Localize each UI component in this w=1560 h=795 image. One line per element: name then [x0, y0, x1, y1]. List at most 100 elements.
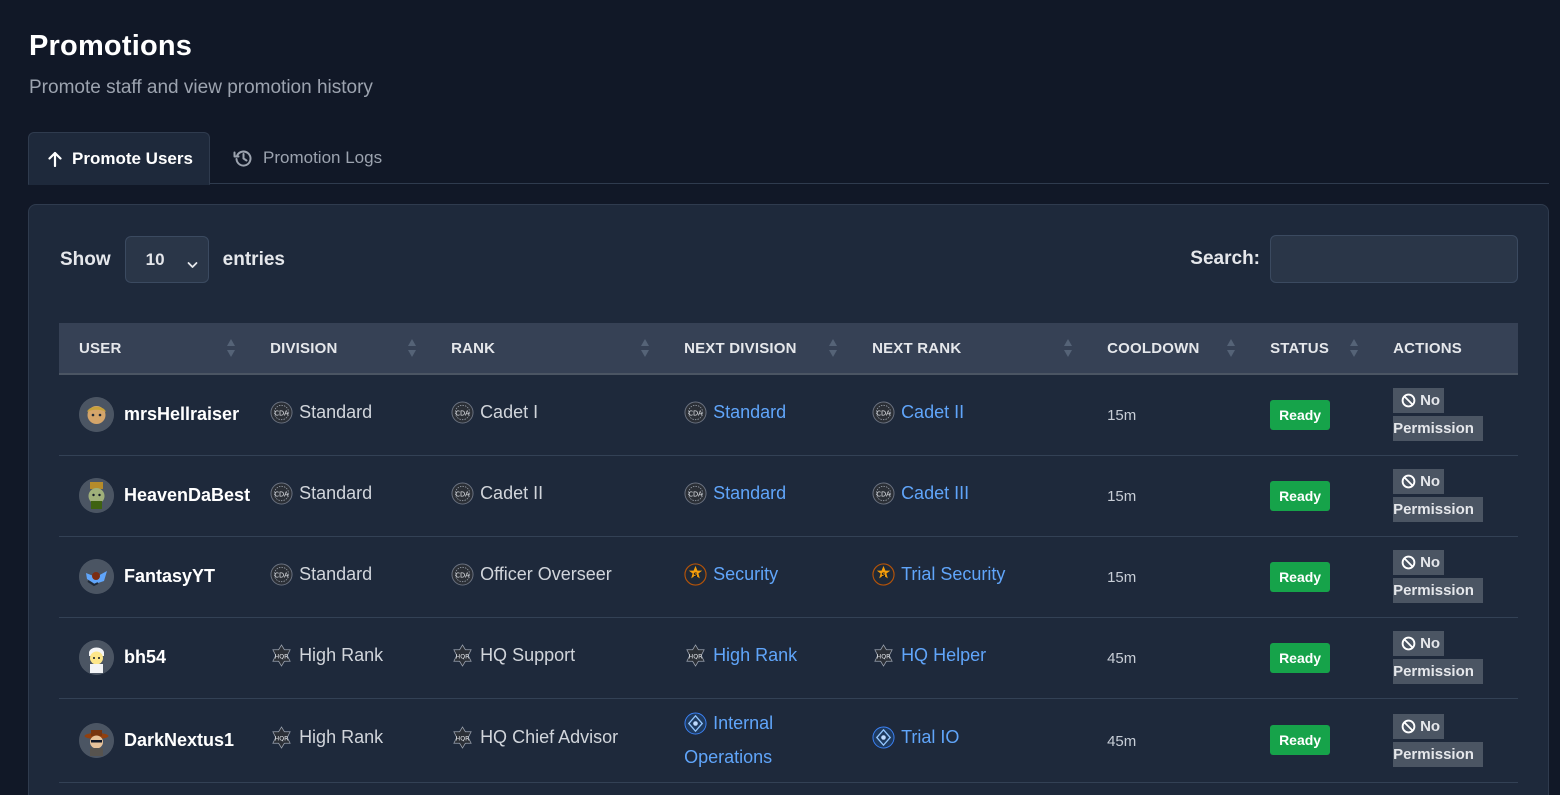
rank-label: Officer Overseer	[480, 563, 612, 584]
tab-bar: Promote Users Promotion Logs	[28, 132, 1549, 185]
division-label: High Rank	[299, 727, 384, 747]
ban-icon	[1401, 636, 1416, 651]
high-rank-division-icon	[451, 644, 474, 667]
standard-division-icon	[270, 401, 293, 424]
next-division-link[interactable]: High Rank	[713, 645, 797, 666]
internal-operations-division-icon	[872, 726, 895, 749]
rank-label: Cadet II	[480, 482, 544, 503]
standard-division-icon	[872, 401, 895, 424]
table-row: mrsHellraiser Standard Cadet I Standard …	[59, 374, 1518, 455]
no-permission-button[interactable]: No Permission	[1393, 550, 1483, 603]
standard-division-icon	[872, 482, 895, 505]
search-control: Search:	[1190, 235, 1518, 283]
avatar	[79, 640, 114, 675]
username[interactable]: bh54	[124, 647, 166, 668]
next-rank-link[interactable]: Trial Security	[901, 564, 1005, 585]
cooldown-value: 15m	[1107, 488, 1137, 505]
next-rank-link[interactable]: Cadet III	[901, 483, 969, 504]
no-permission-button[interactable]: No Permission	[1393, 469, 1483, 522]
no-permission-button[interactable]: No Permission	[1393, 713, 1483, 767]
sort-icon	[408, 339, 417, 359]
next-division-link[interactable]: Security	[713, 564, 778, 585]
sort-icon	[1350, 339, 1359, 359]
status-badge: Ready	[1270, 399, 1331, 430]
next-rank-link[interactable]: Trial IO	[901, 727, 959, 748]
internal-operations-division-icon	[684, 712, 707, 735]
next-division-link[interactable]: Internal	[713, 709, 773, 737]
next-division-link[interactable]: Standard	[713, 402, 786, 423]
search-input[interactable]	[1270, 235, 1518, 283]
column-header-status[interactable]: STATUS	[1250, 323, 1374, 375]
division-label: High Rank	[299, 644, 384, 665]
avatar	[79, 397, 114, 433]
tab-label: Promotion Logs	[263, 148, 383, 167]
cooldown-value: 15m	[1107, 407, 1137, 425]
entries-select[interactable]: 10	[124, 236, 209, 283]
page-title: Promotions	[29, 30, 193, 62]
table-row: HeavenDaBest Standard Cadet II Standard …	[59, 455, 1518, 536]
ban-icon	[1401, 555, 1416, 570]
page-header: Promotions Promote staff and view promot…	[29, 30, 373, 99]
high-rank-division-icon	[872, 644, 895, 667]
user-cell: mrsHellraiser	[79, 397, 250, 433]
rank-label: HQ Chief Advisor	[480, 727, 619, 747]
high-rank-division-icon	[451, 726, 474, 749]
username[interactable]: mrsHellraiser	[124, 404, 239, 425]
column-header-rank[interactable]: RANK	[431, 323, 665, 375]
cooldown-value: 45m	[1107, 650, 1137, 667]
tab-promote-users[interactable]: Promote Users	[28, 132, 210, 185]
tab-promotion-logs[interactable]: Promotion Logs	[233, 132, 382, 184]
entries-label: entries	[222, 248, 285, 270]
standard-division-icon	[270, 482, 293, 505]
user-cell: bh54	[79, 640, 250, 675]
standard-division-icon	[684, 482, 707, 505]
sort-icon	[1227, 339, 1236, 359]
table-row: DarkNextus1 High Rank HQ Chief Advisor I…	[59, 698, 1518, 782]
column-header-actions: ACTIONS	[1373, 323, 1518, 375]
tab-label: Promote Users	[72, 148, 193, 168]
column-header-next-division[interactable]: NEXT DIVISION	[664, 323, 853, 375]
username[interactable]: FantasyYT	[124, 566, 215, 587]
no-permission-button[interactable]: No Permission	[1393, 388, 1483, 442]
column-header-user[interactable]: USER	[59, 323, 251, 375]
high-rank-division-icon	[684, 644, 707, 667]
username[interactable]: DarkNextus1	[124, 730, 234, 751]
chevron-down-icon	[187, 254, 198, 274]
next-rank-link[interactable]: HQ Helper	[901, 645, 986, 666]
security-division-icon	[872, 563, 895, 586]
next-rank-link[interactable]: Cadet II	[901, 402, 964, 423]
ban-icon	[1401, 393, 1416, 408]
column-header-cooldown[interactable]: COOLDOWN	[1087, 323, 1251, 375]
no-permission-button[interactable]: No Permission	[1393, 631, 1483, 684]
sort-icon	[829, 339, 838, 359]
rank-label: Cadet I	[480, 401, 539, 422]
sort-icon	[227, 339, 236, 359]
security-division-icon	[684, 563, 707, 586]
avatar	[79, 722, 114, 758]
cooldown-value: 45m	[1107, 732, 1137, 750]
cooldown-value: 15m	[1107, 569, 1137, 586]
status-badge: Ready	[1270, 725, 1331, 755]
ban-icon	[1401, 474, 1416, 489]
next-division-link-continued[interactable]: Operations	[684, 747, 772, 767]
status-badge: Ready	[1270, 480, 1331, 511]
sort-icon	[641, 339, 650, 359]
page-subtitle: Promote staff and view promotion history	[29, 77, 373, 98]
history-icon	[233, 149, 253, 167]
table-header-row: USER DIVISION RANK NEXT DIVISION NEXT RA…	[59, 323, 1518, 375]
arrow-up-icon	[48, 151, 62, 167]
promotions-card: Show 10 entries Search: USER DIVISION RA…	[28, 204, 1549, 795]
column-header-division[interactable]: DIVISION	[250, 323, 432, 375]
show-label: Show	[60, 248, 111, 270]
high-rank-division-icon	[270, 644, 293, 667]
entries-control: Show 10 entries	[60, 236, 285, 283]
division-label: Standard	[299, 482, 373, 503]
rank-label: HQ Support	[480, 644, 576, 665]
username[interactable]: HeavenDaBest	[124, 485, 250, 506]
next-division-link[interactable]: Standard	[713, 483, 786, 504]
division-label: Standard	[299, 401, 373, 422]
column-header-next-rank[interactable]: NEXT RANK	[852, 323, 1088, 375]
ban-icon	[1401, 719, 1416, 734]
standard-division-icon	[451, 482, 474, 505]
division-label: Standard	[299, 563, 373, 584]
